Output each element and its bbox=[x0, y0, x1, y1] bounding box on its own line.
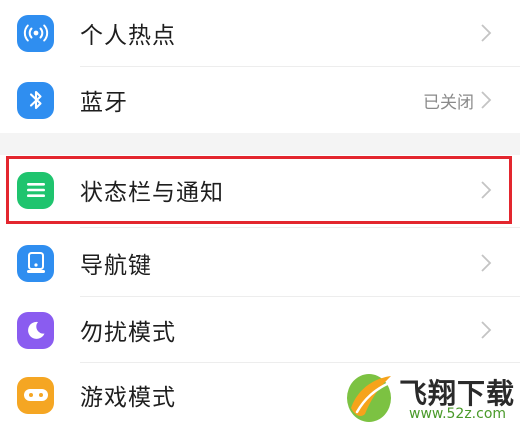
chevron-right-icon bbox=[481, 321, 492, 339]
chevron-right-icon bbox=[481, 24, 492, 42]
watermark: 飞翔下载 www.52z.com bbox=[343, 368, 518, 426]
hotspot-icon bbox=[17, 14, 54, 52]
settings-item-label: 导航键 bbox=[80, 253, 152, 279]
settings-item-bluetooth[interactable]: 蓝牙 已关闭 bbox=[0, 67, 520, 133]
settings-item-label: 个人热点 bbox=[80, 23, 176, 49]
settings-item-hotspot[interactable]: 个人热点 bbox=[0, 0, 520, 66]
settings-item-label: 游戏模式 bbox=[80, 385, 176, 411]
bluetooth-status: 已关闭 bbox=[423, 92, 474, 113]
settings-item-label: 蓝牙 bbox=[80, 90, 128, 116]
chevron-right-icon bbox=[481, 181, 492, 199]
watermark-url: www.52z.com bbox=[409, 406, 507, 422]
feixiang-logo-icon bbox=[347, 374, 391, 422]
bluetooth-icon bbox=[17, 81, 54, 119]
notification-bar-icon bbox=[17, 171, 54, 209]
chevron-right-icon bbox=[481, 254, 492, 272]
settings-item-status-bar-notifications[interactable]: 状态栏与通知 bbox=[0, 158, 520, 222]
settings-screen: 个人热点 蓝牙 已关闭 状态栏与通知 导航键 勿扰模式 游戏模式 飞翔下载 ww… bbox=[0, 0, 520, 428]
chevron-right-icon bbox=[481, 91, 492, 109]
section-gap bbox=[0, 133, 520, 155]
settings-item-label: 状态栏与通知 bbox=[80, 180, 224, 206]
gamepad-icon bbox=[17, 376, 54, 414]
settings-item-navigation-keys[interactable]: 导航键 bbox=[0, 230, 520, 296]
navigation-key-icon bbox=[17, 244, 54, 282]
divider bbox=[80, 227, 520, 228]
settings-item-label: 勿扰模式 bbox=[80, 320, 176, 346]
settings-item-do-not-disturb[interactable]: 勿扰模式 bbox=[0, 297, 520, 363]
moon-icon bbox=[17, 311, 54, 349]
